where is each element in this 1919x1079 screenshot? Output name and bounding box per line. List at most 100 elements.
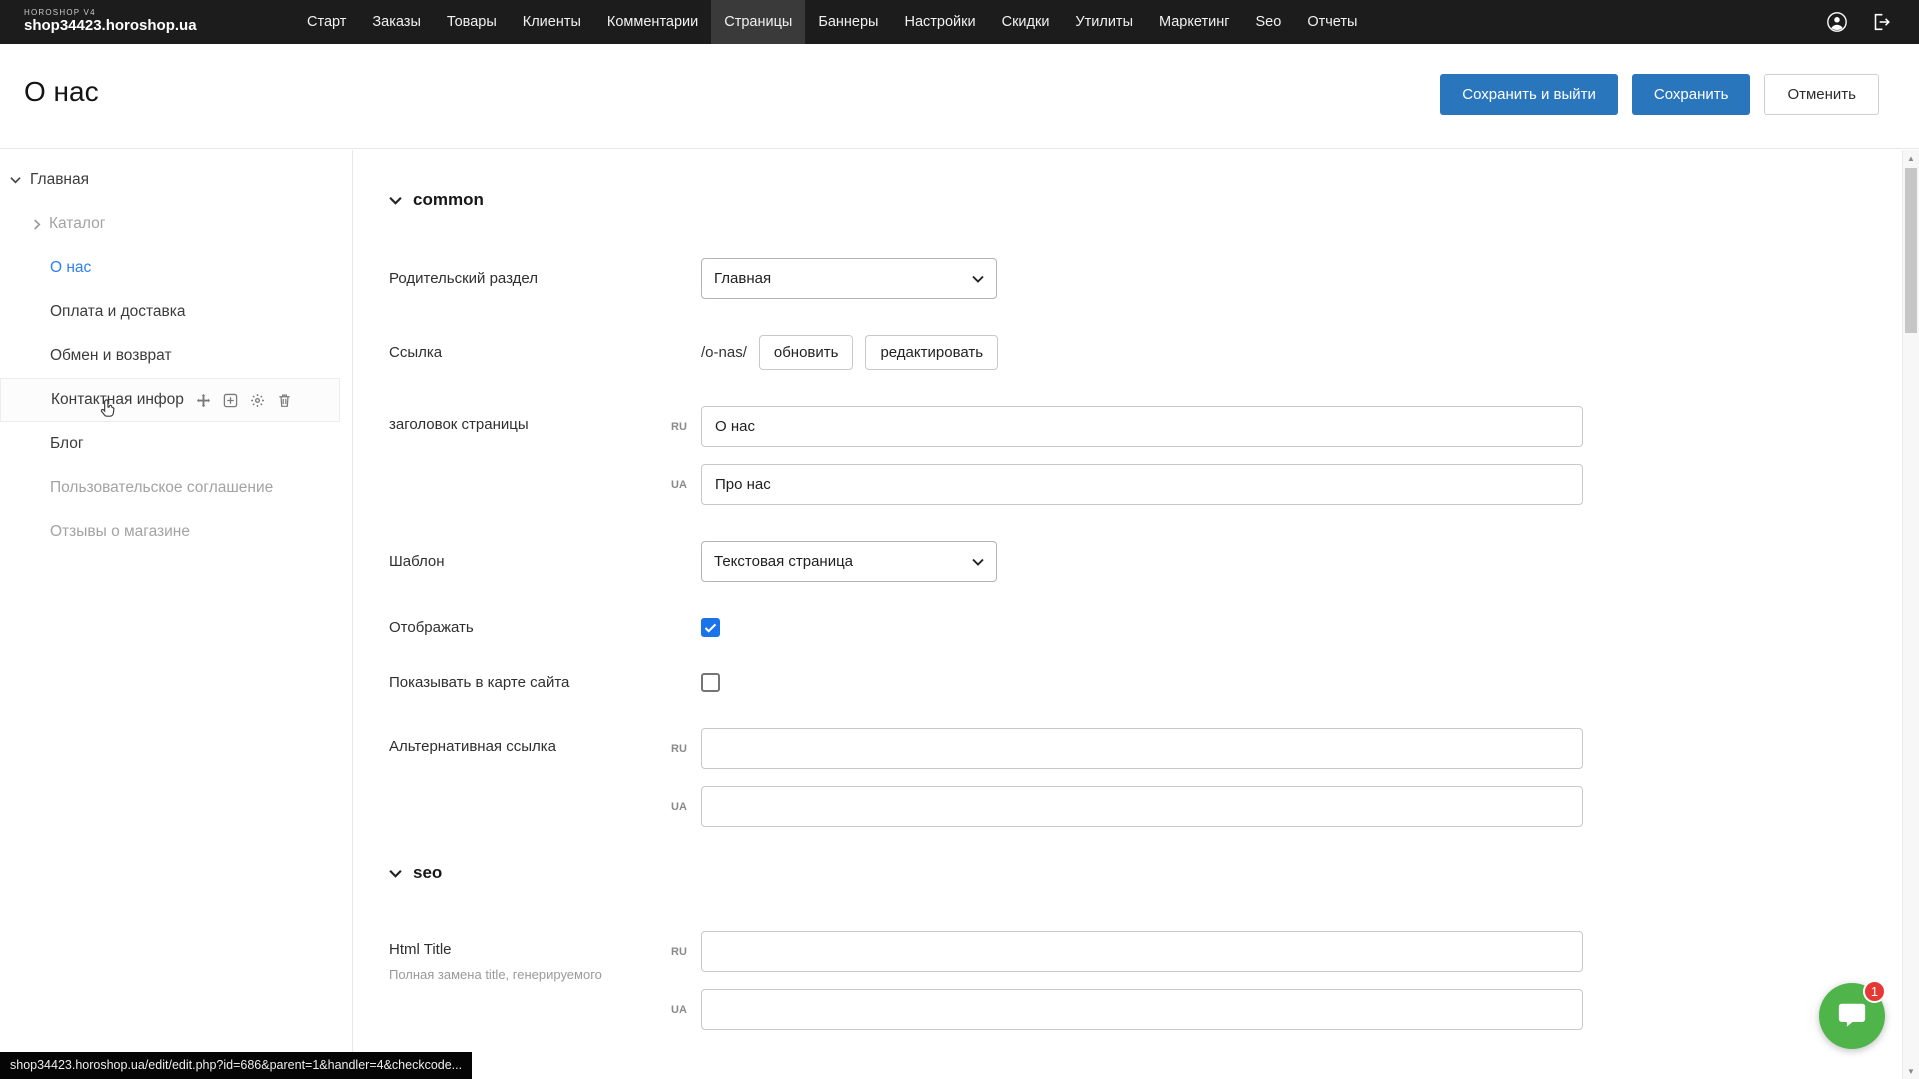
add-page-icon[interactable]	[223, 392, 239, 408]
scroll-down-arrow[interactable]: ▼	[1903, 1063, 1919, 1079]
nav-banners[interactable]: Баннеры	[805, 0, 891, 44]
sidebar-item-catalog[interactable]: Каталог	[0, 202, 352, 246]
field-label: Показывать в карте сайта	[389, 674, 701, 691]
sidebar-item-label: Оплата и доставка	[50, 303, 186, 321]
nav-utilities[interactable]: Утилиты	[1062, 0, 1146, 44]
status-url-tooltip: shop34423.horoshop.ua/edit/edit.php?id=6…	[0, 1052, 472, 1079]
nav-products[interactable]: Товары	[434, 0, 510, 44]
section-seo-header[interactable]: seo	[389, 863, 1902, 883]
sidebar-item-blog[interactable]: Блог	[0, 422, 352, 466]
sidebar-item-contact-info[interactable]: Контактная инфор	[0, 378, 340, 422]
field-label: Html Title	[389, 941, 701, 958]
nav-reports[interactable]: Отчеты	[1294, 0, 1370, 44]
sidebar-item-label: Главная	[30, 171, 89, 189]
cancel-button[interactable]: Отменить	[1764, 74, 1879, 115]
save-and-exit-button[interactable]: Сохранить и выйти	[1440, 74, 1618, 115]
chat-widget-button[interactable]: 1	[1819, 983, 1885, 1049]
account-icon[interactable]	[1825, 10, 1849, 34]
form-row-page-title: заголовок страницы RU UA	[389, 406, 1902, 505]
alt-link-ua-input[interactable]	[701, 786, 1583, 827]
page-title: О нас	[24, 76, 99, 108]
chat-unread-badge: 1	[1863, 980, 1886, 1003]
field-label: Отображать	[389, 619, 701, 636]
display-checkbox[interactable]	[701, 618, 720, 637]
pages-tree-sidebar: Главная Каталог О нас Оплата и доставка …	[0, 150, 352, 1079]
refresh-link-button[interactable]: обновить	[759, 335, 854, 370]
lang-row-ua: UA	[701, 464, 1583, 505]
nav-clients[interactable]: Клиенты	[510, 0, 594, 44]
sidebar-item-label: Отзывы о магазине	[50, 523, 190, 541]
select-value: Текстовая страница	[714, 553, 853, 570]
main-menu: Старт Заказы Товары Клиенты Комментарии …	[294, 0, 1370, 44]
gear-icon[interactable]	[250, 392, 266, 408]
sidebar-item-about[interactable]: О нас	[0, 246, 352, 290]
nav-comments[interactable]: Комментарии	[594, 0, 711, 44]
lang-tag-ua: UA	[671, 1004, 701, 1016]
edit-link-button[interactable]: редактировать	[865, 335, 998, 370]
chevron-down-icon	[389, 869, 402, 878]
brand-logo[interactable]: HOROSHOP V4 shop34423.horoshop.ua	[24, 9, 234, 34]
nav-orders[interactable]: Заказы	[359, 0, 433, 44]
nav-discounts[interactable]: Скидки	[989, 0, 1063, 44]
trash-icon[interactable]	[277, 392, 293, 408]
alt-link-ru-input[interactable]	[701, 728, 1583, 769]
section-common-header[interactable]: common	[389, 190, 1902, 210]
form-row-display: Отображать	[389, 618, 1902, 637]
template-select[interactable]: Текстовая страница	[701, 541, 997, 582]
lang-inputs: RU UA	[701, 728, 1583, 827]
form-row-template: Шаблон Текстовая страница	[389, 541, 1902, 582]
page-title-ru-input[interactable]	[701, 406, 1583, 447]
lang-row-ua: UA	[701, 989, 1583, 1030]
sitemap-checkbox[interactable]	[701, 673, 720, 692]
field-label: Альтернативная ссылка	[389, 728, 701, 755]
lang-inputs: RU UA	[701, 931, 1583, 1030]
lang-row-ru: RU	[701, 406, 1583, 447]
field-label: Шаблон	[389, 553, 701, 570]
lang-tag-ua: UA	[671, 801, 701, 813]
page-title-ua-input[interactable]	[701, 464, 1583, 505]
lang-tag-ru: RU	[671, 946, 701, 958]
chevron-down-icon[interactable]	[10, 176, 21, 184]
vertical-scrollbar[interactable]: ▲ ▼	[1902, 150, 1919, 1079]
sidebar-item-label: Блог	[50, 435, 84, 453]
sidebar-item-exchange-return[interactable]: Обмен и возврат	[0, 334, 352, 378]
chevron-down-icon	[972, 558, 984, 566]
nav-seo[interactable]: Seo	[1243, 0, 1295, 44]
nav-start[interactable]: Старт	[294, 0, 359, 44]
sidebar-item-user-agreement[interactable]: Пользовательское соглашение	[0, 466, 352, 510]
save-button[interactable]: Сохранить	[1632, 74, 1751, 115]
sidebar-item-label: Каталог	[49, 215, 105, 233]
logout-icon[interactable]	[1869, 10, 1893, 34]
html-title-ua-input[interactable]	[701, 989, 1583, 1030]
chevron-right-icon[interactable]	[33, 219, 41, 230]
field-label: заголовок страницы	[389, 406, 701, 433]
tree-item-tools	[196, 392, 293, 408]
sidebar-item-label: Контактная инфор	[51, 391, 184, 409]
lang-row-ua: UA	[701, 786, 1583, 827]
sidebar-item-label: Обмен и возврат	[50, 347, 172, 365]
nav-settings[interactable]: Настройки	[891, 0, 988, 44]
sidebar-item-home[interactable]: Главная	[0, 158, 352, 202]
page-edit-form: common Родительский раздел Главная Ссылк…	[353, 150, 1902, 1079]
parent-section-select[interactable]: Главная	[701, 258, 997, 299]
form-row-sitemap: Показывать в карте сайта	[389, 673, 1902, 692]
form-row-parent-section: Родительский раздел Главная	[389, 258, 1902, 299]
lang-tag-ru: RU	[671, 421, 701, 433]
field-label-block: Html Title Полная замена title, генериру…	[389, 931, 701, 982]
scrollbar-thumb[interactable]	[1905, 168, 1917, 333]
lang-row-ru: RU	[701, 728, 1583, 769]
sidebar-item-store-reviews[interactable]: Отзывы о магазине	[0, 510, 352, 554]
scroll-up-arrow[interactable]: ▲	[1903, 150, 1919, 166]
sidebar-item-payment-delivery[interactable]: Оплата и доставка	[0, 290, 352, 334]
nav-marketing[interactable]: Маркетинг	[1146, 0, 1243, 44]
lang-tag-ru: RU	[671, 743, 701, 755]
form-row-html-title: Html Title Полная замена title, генериру…	[389, 931, 1902, 1030]
html-title-ru-input[interactable]	[701, 931, 1583, 972]
navbar-right	[1825, 10, 1893, 34]
link-controls: /o-nas/ обновить редактировать	[701, 335, 998, 370]
nav-pages[interactable]: Страницы	[711, 0, 805, 44]
form-row-link: Ссылка /o-nas/ обновить редактировать	[389, 335, 1902, 370]
move-icon[interactable]	[196, 392, 212, 408]
top-navbar: HOROSHOP V4 shop34423.horoshop.ua Старт …	[0, 0, 1919, 44]
sidebar-item-label: Пользовательское соглашение	[50, 479, 273, 497]
